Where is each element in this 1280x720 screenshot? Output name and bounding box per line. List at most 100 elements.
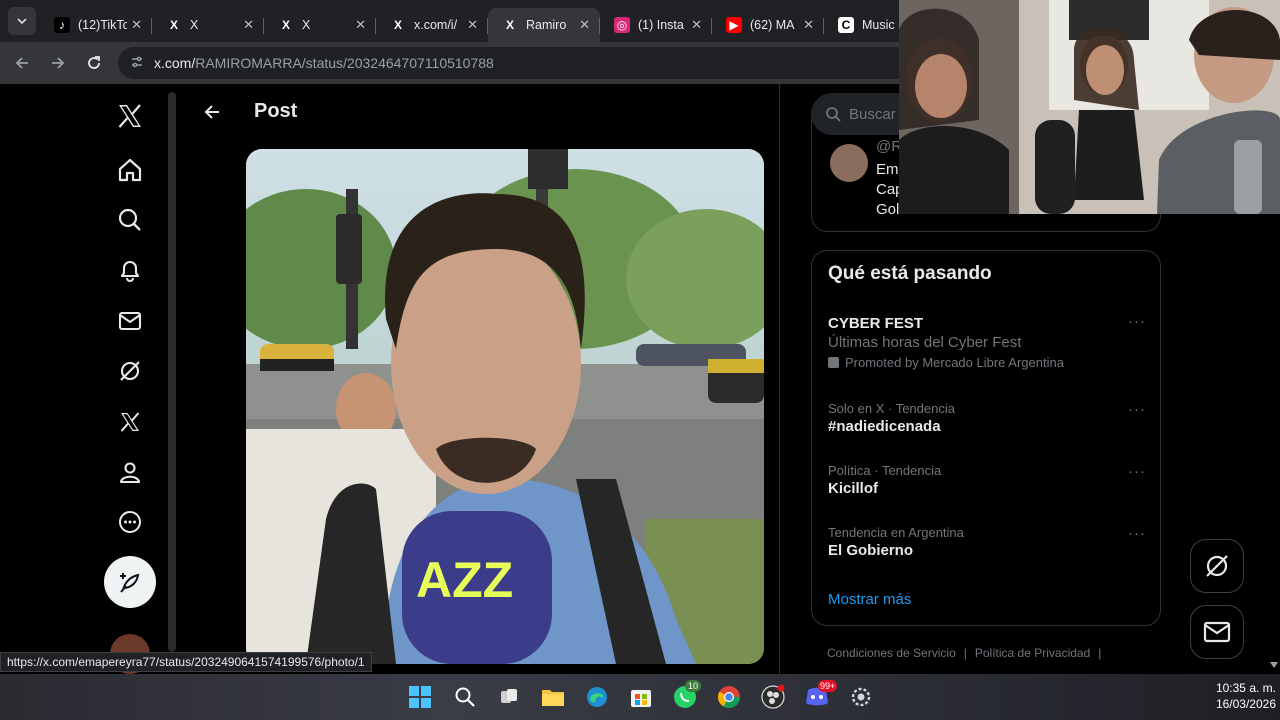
microsoft-store-icon[interactable] [626,682,656,712]
browser-tab[interactable]: ◎ (1) Insta ✕ [600,8,712,42]
trend-item[interactable]: Solo en X · Tendencia #nadiedicenada ··· [828,401,1146,435]
discord-icon[interactable]: 99+ [802,680,838,712]
music-icon: C [838,17,854,33]
obs-icon[interactable] [758,682,788,712]
more-options-button[interactable]: ··· [1128,463,1146,480]
trend-item[interactable]: Política · Tendencia Kicillof ··· [828,463,1146,497]
show-more-link[interactable]: Mostrar más [828,591,911,608]
close-tab-icon[interactable]: ✕ [691,17,702,33]
browser-tab[interactable]: X Ramiro ✕ [488,8,600,42]
trend-meta: Solo en X · Tendencia [828,401,955,416]
trend-description: Últimas horas del Cyber Fest [828,334,1022,351]
trend-item[interactable]: CYBER FEST Últimas horas del Cyber Fest … [828,313,1146,370]
edge-browser-icon[interactable] [582,682,612,712]
file-explorer-icon[interactable] [538,682,568,712]
scroll-down-icon[interactable] [1268,660,1280,670]
discord-badge: 99+ [818,680,838,692]
post-header: Post [182,84,780,142]
browser-tab[interactable]: ♪ (12)TikTo ✕ [40,8,152,42]
close-tab-icon[interactable]: ✕ [579,17,590,33]
arrow-right-icon [52,57,65,69]
trend-item[interactable]: Tendencia en Argentina El Gobierno ··· [828,525,1146,559]
footer-separator: | [1098,646,1102,660]
x-logo-icon: X [505,18,514,32]
close-tab-icon[interactable]: ✕ [131,17,142,33]
more-options-icon[interactable] [110,502,150,542]
trend-name: El Gobierno [828,542,914,559]
privacy-link[interactable]: Política de Privacidad [975,646,1090,660]
home-icon[interactable] [110,150,150,190]
taskbar-search-icon[interactable] [450,682,480,712]
page-title: Post [254,100,298,122]
messages-fab-button[interactable] [1190,605,1244,659]
chrome-icon[interactable] [714,682,744,712]
search-placeholder: Buscar [849,105,896,123]
address-bar[interactable]: x.com/RAMIROMARRA/status/203246470711051… [118,47,978,79]
close-tab-icon[interactable]: ✕ [467,17,478,33]
compose-post-button[interactable] [104,556,156,608]
post-video[interactable]: AZZ [246,149,764,664]
windows-start-icon[interactable] [405,682,435,712]
reload-icon [88,56,100,69]
trend-meta: Política · Tendencia [828,463,942,478]
browser-tab[interactable]: X X ✕ [264,8,376,42]
trend-name: Kicillof [828,480,879,497]
settings-app-icon[interactable] [846,682,876,712]
trend-meta: Tendencia en Argentina [828,525,964,540]
arrow-left-icon [15,57,28,69]
clock-date: 16/03/2026 [1215,697,1276,711]
profile-icon[interactable] [110,452,150,492]
instagram-icon: ◎ [614,17,630,33]
youtube-icon: ▶ [726,17,742,33]
post-column: Post AZZ [182,84,780,674]
more-options-button[interactable]: ··· [1128,525,1146,542]
arrow-left-icon [204,105,219,119]
link-status-bubble: https://x.com/emapereyra77/status/203249… [0,652,372,672]
grok-fab-button[interactable] [1190,539,1244,593]
browser-tab[interactable]: X X ✕ [152,8,264,42]
back-arrow-button[interactable] [198,98,226,126]
premium-x-icon[interactable] [110,402,150,442]
system-clock[interactable]: 10:35 a. m. 16/03/2026 [1186,680,1276,712]
close-tab-icon[interactable]: ✕ [803,17,814,33]
bell-icon[interactable] [110,250,150,290]
tab-search-button[interactable] [8,7,36,35]
site-info-icon[interactable] [130,55,146,72]
promoted-text: Promoted by Mercado Libre Argentina [845,355,1064,370]
tab-title: X [190,18,199,32]
mail-icon[interactable] [110,301,150,341]
terms-link[interactable]: Condiciones de Servicio [827,646,956,660]
trends-title: Qué está pasando [828,263,992,284]
x-logo-icon: X [393,18,402,32]
close-tab-icon[interactable]: ✕ [243,17,254,33]
chevron-down-icon [17,18,27,25]
tab-title: X [302,18,311,32]
mail-icon [1203,621,1231,643]
back-button[interactable] [4,45,40,81]
more-options-button[interactable]: ··· [1128,313,1146,330]
x-logo-icon: X [281,18,290,32]
close-tab-icon[interactable]: ✕ [355,17,366,33]
feather-plus-icon [120,573,140,593]
tiktok-icon: ♪ [54,17,70,33]
search-icon[interactable] [110,200,150,240]
more-options-button[interactable]: ··· [1128,401,1146,418]
x-logo-icon[interactable] [110,96,150,136]
forward-button[interactable] [40,45,76,81]
task-view-icon[interactable] [494,682,524,712]
browser-tab[interactable]: Xx.com/i/ ✕ [376,8,488,42]
promoted-icon [828,357,839,368]
webcam-overlay [899,0,1280,214]
reload-button[interactable] [76,45,112,81]
grok-icon[interactable] [110,351,150,391]
whatsapp-badge: 10 [685,680,702,692]
trend-name: CYBER FEST [828,315,924,332]
mic-logo-text: AZZ [416,552,513,608]
webcam-frame [899,0,1280,214]
sidebar-scrollbar[interactable] [168,92,176,652]
tab-title: x.com/i/ [414,18,458,32]
footer-separator: | [963,646,967,660]
browser-tab[interactable]: ▶ (62) MA ✕ [712,8,824,42]
whatsapp-icon[interactable]: 10 [670,680,702,712]
profile-avatar[interactable] [830,144,868,182]
